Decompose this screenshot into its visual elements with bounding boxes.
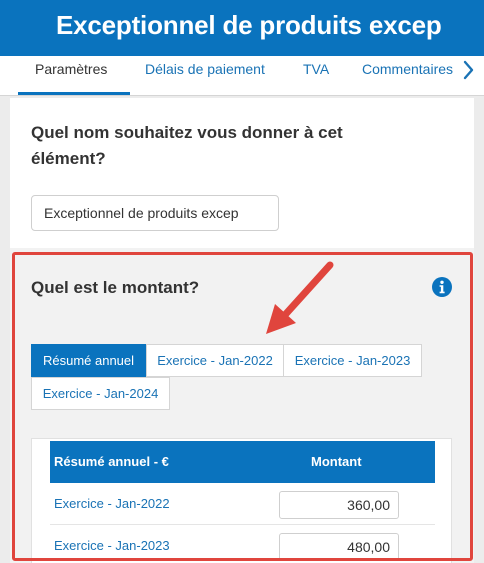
tab-delais-de-paiement[interactable]: Délais de paiement bbox=[145, 61, 265, 77]
tab-parametres[interactable]: Paramètres bbox=[35, 61, 107, 77]
amount-input-jan-2023[interactable] bbox=[279, 533, 399, 561]
name-question: Quel nom souhaitez vous donner à cet élé… bbox=[31, 123, 343, 168]
element-name-input[interactable] bbox=[31, 195, 279, 231]
settings-card: Quel nom souhaitez vous donner à cet élé… bbox=[10, 98, 474, 563]
amount-section: Quel est le montant? Résumé annuel Exerc… bbox=[10, 248, 474, 563]
tab-tva[interactable]: TVA bbox=[303, 61, 329, 77]
page-title: Exceptionnel de produits excep bbox=[56, 10, 442, 40]
row-label: Exercice - Jan-2023 bbox=[54, 538, 170, 553]
period-tab-resume-annuel[interactable]: Résumé annuel bbox=[31, 344, 146, 377]
tab-bar: Paramètres Délais de paiement TVA Commen… bbox=[0, 56, 484, 96]
period-tab-jan-2023[interactable]: Exercice - Jan-2023 bbox=[283, 344, 422, 377]
amount-input-jan-2022[interactable] bbox=[279, 491, 399, 519]
table-header: Résumé annuel - € Montant bbox=[50, 441, 435, 483]
app-header: Exceptionnel de produits excep bbox=[0, 0, 484, 56]
tab-commentaires[interactable]: Commentaires bbox=[362, 61, 453, 77]
period-tab-jan-2022[interactable]: Exercice - Jan-2022 bbox=[146, 344, 284, 377]
table-row: Exercice - Jan-2023 bbox=[50, 525, 435, 563]
row-label: Exercice - Jan-2022 bbox=[54, 496, 170, 511]
chevron-right-icon[interactable] bbox=[462, 58, 476, 82]
column-header-montant: Montant bbox=[311, 454, 362, 469]
column-header-period: Résumé annuel - € bbox=[54, 454, 169, 469]
amount-question: Quel est le montant? bbox=[31, 278, 200, 297]
amount-table-container: Résumé annuel - € Montant Exercice - Jan… bbox=[31, 438, 452, 563]
table-row: Exercice - Jan-2022 bbox=[50, 483, 435, 525]
info-circle-icon[interactable] bbox=[431, 276, 453, 298]
period-tab-jan-2024[interactable]: Exercice - Jan-2024 bbox=[31, 377, 170, 410]
active-tab-indicator bbox=[18, 92, 130, 95]
